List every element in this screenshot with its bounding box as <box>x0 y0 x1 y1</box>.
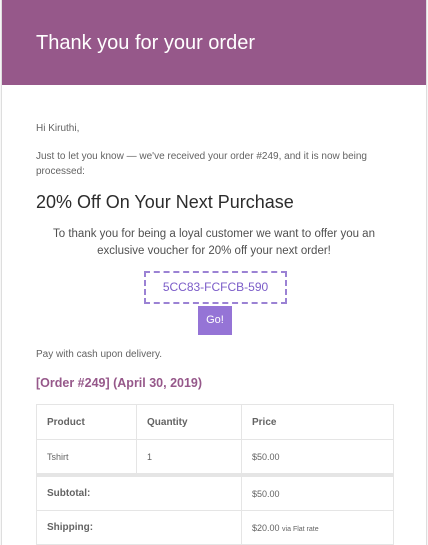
email-title: Thank you for your order <box>36 32 255 54</box>
intro-text: Just to let you know — we've received yo… <box>36 151 367 177</box>
table-header-row: Product Quantity Price <box>36 404 394 440</box>
shipping-label: Shipping: <box>36 510 242 545</box>
order-table: Product Quantity Price Tshirt 1 $50.00 S… <box>36 404 394 545</box>
order-heading: [Order #249] (April 30, 2019) <box>36 376 203 390</box>
promo-description: To thank you for being a loyal customer … <box>53 228 375 257</box>
item-price: $50.00 <box>241 439 394 476</box>
subtotal-row: Subtotal: $50.00 <box>36 473 394 511</box>
subtotal-value: $50.00 <box>241 473 394 511</box>
promo-title: 20% Off On Your Next Purchase <box>36 192 294 212</box>
coupon-code: 5CC83-FCFCB-590 <box>144 271 287 304</box>
table-row: Tshirt 1 $50.00 <box>36 439 394 476</box>
email-header: Thank you for your order <box>2 0 426 85</box>
column-header-quantity: Quantity <box>136 404 242 440</box>
greeting-text: Hi Kiruthi, <box>36 123 80 134</box>
item-quantity: 1 <box>136 439 242 476</box>
go-button[interactable]: Go! <box>198 306 232 335</box>
shipping-cell: $20.00 via Flat rate <box>241 510 394 545</box>
column-header-product: Product <box>36 404 137 440</box>
item-product: Tshirt <box>36 439 137 476</box>
subtotal-label: Subtotal: <box>36 473 242 511</box>
payment-note: Pay with cash upon delivery. <box>36 349 162 360</box>
shipping-method: via Flat rate <box>282 525 319 533</box>
column-header-price: Price <box>241 404 394 440</box>
shipping-row: Shipping: $20.00 via Flat rate <box>36 510 394 545</box>
shipping-value: $20.00 <box>252 522 280 533</box>
email-container: Thank you for your order Hi Kiruthi, Jus… <box>1 0 427 545</box>
